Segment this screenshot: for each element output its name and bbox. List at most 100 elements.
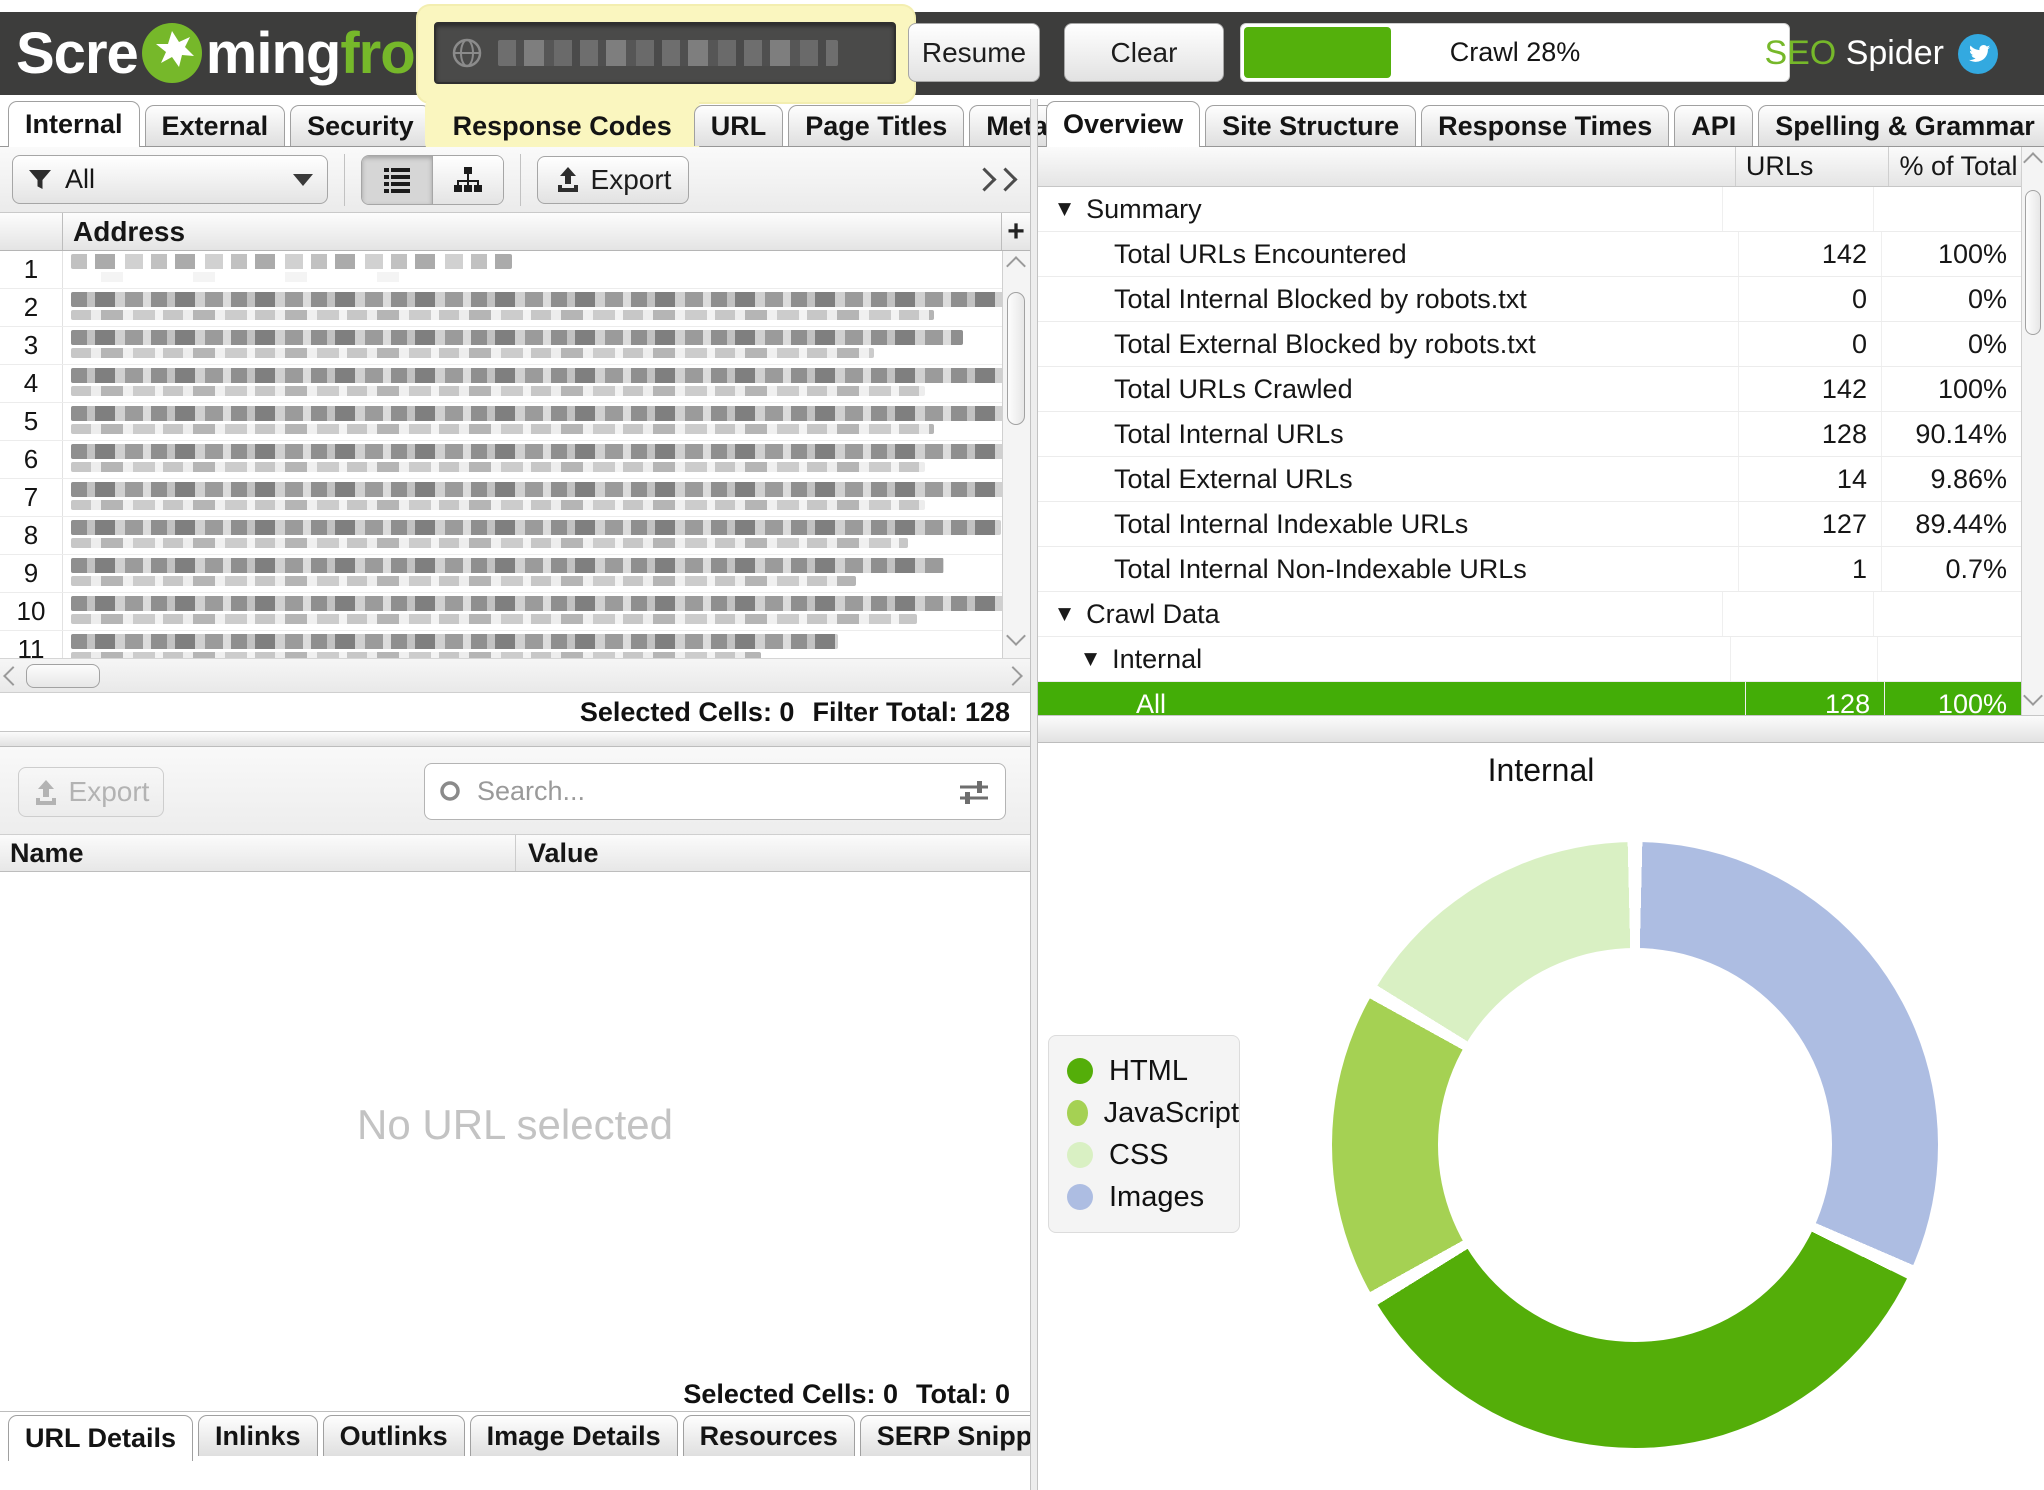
panel-splitter[interactable] [0,731,1030,747]
overview-row-total-internal-indexable-urls[interactable]: Total Internal Indexable URLs12789.44% [1038,502,2021,547]
scroll-right-icon[interactable] [1006,669,1020,683]
redacted-line [71,254,512,269]
overview-row-total-external-blocked-by-robots-txt[interactable]: Total External Blocked by robots.txt00% [1038,322,2021,367]
collapse-caret-icon[interactable]: ▼ [1058,604,1071,624]
overview-row-total-urls-crawled[interactable]: Total URLs Crawled142100% [1038,367,2021,412]
panel-divider[interactable] [1030,99,1038,1490]
overview-row-label: Total External Blocked by robots.txt [1114,329,1536,360]
overview-urls-value: 142 [1738,232,1881,276]
redacted-url-blur [71,444,1020,472]
collapse-caret-icon[interactable]: ▼ [1084,649,1097,669]
scroll-up-icon[interactable] [1009,259,1023,273]
urls-column-header[interactable]: URLs [1735,147,1889,186]
twitter-icon[interactable] [1958,34,1998,74]
redacted-line [71,558,944,573]
resume-button[interactable]: Resume [908,23,1040,82]
url-input[interactable] [434,22,896,84]
tab-response-times[interactable]: Response Times [1421,105,1669,146]
search-input[interactable] [475,775,945,808]
frog-icon [140,21,204,85]
expand-panel-button[interactable] [976,171,1014,188]
row-number: 8 [0,517,63,554]
tab-outlinks[interactable]: Outlinks [323,1415,465,1456]
overview-group-summary[interactable]: ▼Summary [1038,187,2021,232]
address-cell-redacted [63,555,1030,592]
tab-image-details[interactable]: Image Details [470,1415,678,1456]
panel-splitter[interactable] [1038,715,2044,743]
tab-overview[interactable]: Overview [1046,101,1200,147]
tab-external[interactable]: External [145,105,286,146]
overview-urls-value: 1 [1738,547,1881,591]
table-row[interactable]: 1 [0,251,1030,289]
overview-urls-value: 127 [1738,502,1881,546]
export-label: Export [591,164,672,196]
filter-sliders-icon[interactable] [957,778,991,806]
address-column-header[interactable]: Address [63,213,1001,250]
tab-internal[interactable]: Internal [8,101,140,147]
tab-url[interactable]: URL [694,105,784,146]
table-row[interactable]: 3 [0,327,1030,365]
tab-url-details[interactable]: URL Details [8,1415,193,1461]
overview-pct-value [1873,187,2021,231]
table-row[interactable]: 6 [0,441,1030,479]
address-table-vertical-scrollbar[interactable] [1002,251,1030,658]
tab-api[interactable]: API [1674,105,1753,146]
overview-pct-value: 0% [1881,322,2021,366]
vertical-scroll-thumb[interactable] [2025,190,2041,335]
value-column-header[interactable]: Value [516,838,599,869]
tree-view-button[interactable] [432,156,503,204]
table-row[interactable]: 8 [0,517,1030,555]
overview-row-total-external-urls[interactable]: Total External URLs149.86% [1038,457,2021,502]
tab-security[interactable]: Security [290,105,431,146]
overview-group-internal[interactable]: ▼Internal [1038,637,2021,682]
tab-inlinks[interactable]: Inlinks [198,1415,318,1456]
table-row[interactable]: 10 [0,593,1030,631]
overview-vertical-scrollbar[interactable] [2021,147,2044,715]
legend-item-css: CSS [1067,1134,1239,1176]
scroll-up-icon[interactable] [2026,155,2040,169]
table-row[interactable]: 9 [0,555,1030,593]
collapse-caret-icon[interactable]: ▼ [1058,199,1071,219]
tab-site-structure[interactable]: Site Structure [1205,105,1416,146]
overview-row-label-cell: Total External URLs [1038,457,1738,501]
scroll-left-icon[interactable] [6,669,20,683]
table-row[interactable]: 7 [0,479,1030,517]
table-row[interactable]: 2 [0,289,1030,327]
redacted-line [71,538,908,548]
overview-row-label-cell: Total Internal Blocked by robots.txt [1038,277,1738,321]
clear-button[interactable]: Clear [1064,23,1224,82]
overview-row-label-cell: Total Internal URLs [1038,412,1738,456]
scroll-down-icon[interactable] [2026,689,2040,703]
redacted-url-blur [71,406,1030,434]
address-table-horizontal-scrollbar[interactable] [0,658,1030,693]
overview-row-total-internal-blocked-by-robots-txt[interactable]: Total Internal Blocked by robots.txt00% [1038,277,2021,322]
redacted-line [71,330,963,345]
add-column-button[interactable]: + [1001,213,1030,250]
filter-dropdown[interactable]: All [12,155,328,204]
overview-row-total-internal-urls[interactable]: Total Internal URLs12890.14% [1038,412,2021,457]
table-row[interactable]: 4 [0,365,1030,403]
overview-pct-value: 9.86% [1881,457,2021,501]
tab-page-titles[interactable]: Page Titles [788,105,964,146]
overview-row-label: Total URLs Crawled [1114,374,1353,405]
overview-row-total-urls-encountered[interactable]: Total URLs Encountered142100% [1038,232,2021,277]
export-button[interactable]: Export [537,156,689,204]
table-row[interactable]: 5 [0,403,1030,441]
tab-resources[interactable]: Resources [683,1415,855,1456]
vertical-scroll-thumb[interactable] [1007,292,1025,425]
tab-response-codes[interactable]: Response Codes [436,105,689,146]
address-cell-redacted [63,327,1030,364]
details-export-button[interactable]: Export [18,767,164,817]
redacted-url-blur [71,520,1001,548]
name-column-header[interactable]: Name [0,835,516,871]
overview-group-crawl-data[interactable]: ▼Crawl Data [1038,592,2021,637]
horizontal-scroll-thumb[interactable] [26,664,100,688]
list-view-button[interactable] [362,156,432,204]
tab-spelling-grammar[interactable]: Spelling & Grammar [1758,105,2044,146]
row-number: 4 [0,365,63,402]
tab-label: URL Details [25,1423,176,1454]
overview-row-total-internal-non-indexable-urls[interactable]: Total Internal Non-Indexable URLs10.7% [1038,547,2021,592]
details-status-bar: Selected Cells: 0 Total: 0 [0,1378,1030,1411]
scroll-down-icon[interactable] [1009,629,1023,643]
search-box [424,763,1006,820]
